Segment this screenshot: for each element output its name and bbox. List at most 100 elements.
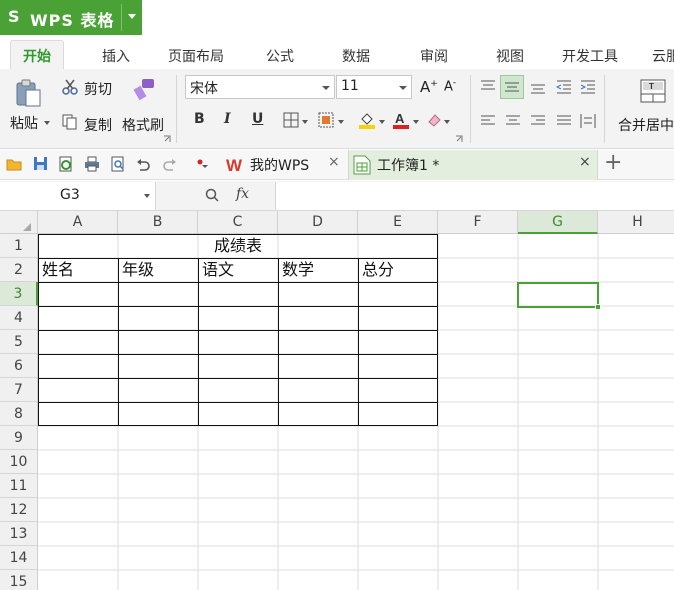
fill-color-icon[interactable] xyxy=(358,111,376,129)
distributed-align-icon[interactable] xyxy=(580,113,596,129)
tab-data[interactable]: 数据 xyxy=(342,46,370,66)
row-header-15[interactable]: 15 xyxy=(0,570,38,590)
header-cell-grade[interactable]: 年级 xyxy=(118,258,154,282)
active-cell-g3[interactable] xyxy=(517,282,601,310)
align-top-icon[interactable] xyxy=(480,79,496,93)
format-painter-icon[interactable] xyxy=(130,77,158,103)
header-cell-math[interactable]: 数学 xyxy=(278,258,314,282)
sheet-title-cell[interactable]: 成绩表 xyxy=(38,234,438,258)
decrease-indent-icon[interactable] xyxy=(556,79,572,95)
tab-home[interactable]: 开始 xyxy=(10,40,64,70)
export-pdf-icon[interactable] xyxy=(58,156,74,172)
merge-center-button[interactable]: 合并居中 xyxy=(618,115,674,135)
save-icon[interactable] xyxy=(33,156,48,171)
cell-style-icon[interactable] xyxy=(318,112,334,128)
font-color-icon[interactable]: A xyxy=(392,111,410,129)
tab-insert[interactable]: 插入 xyxy=(102,46,130,66)
underline-button[interactable]: U xyxy=(252,111,263,127)
row-header-1[interactable]: 1 xyxy=(0,234,38,258)
scissors-icon[interactable] xyxy=(62,79,78,95)
undo-icon[interactable] xyxy=(136,157,150,171)
column-header-b[interactable]: B xyxy=(118,211,198,234)
row-header-10[interactable]: 10 xyxy=(0,450,38,474)
align-right-icon[interactable] xyxy=(530,114,546,128)
header-cell-total[interactable]: 总分 xyxy=(358,258,394,282)
align-center-icon[interactable] xyxy=(505,114,521,128)
row-header-4[interactable]: 4 xyxy=(0,306,38,330)
column-header-h[interactable]: H xyxy=(598,211,674,234)
chevron-down-icon[interactable] xyxy=(338,120,344,124)
worksheet[interactable]: A B C D E F G H 1 2 3 4 5 6 7 8 9 10 11 … xyxy=(0,211,674,590)
insert-function-button[interactable]: fx xyxy=(236,186,249,202)
chevron-down-icon[interactable] xyxy=(413,120,419,124)
tab-cloud[interactable]: 云服 xyxy=(652,46,674,66)
redo-icon[interactable] xyxy=(163,157,177,171)
row-header-5[interactable]: 5 xyxy=(0,330,38,354)
row-header-8[interactable]: 8 xyxy=(0,402,38,426)
justify-icon[interactable] xyxy=(556,114,572,128)
align-bottom-icon[interactable] xyxy=(530,81,546,95)
customize-toolbar-icon[interactable] xyxy=(196,158,210,170)
select-all-corner[interactable] xyxy=(0,211,38,234)
align-middle-button[interactable] xyxy=(500,75,524,99)
close-icon[interactable]: × xyxy=(328,154,340,170)
column-header-a[interactable]: A xyxy=(38,211,118,234)
column-header-e[interactable]: E xyxy=(358,211,438,234)
increase-font-button[interactable]: A+ xyxy=(420,78,438,96)
copy-button[interactable]: 复制 xyxy=(84,115,112,135)
bold-button[interactable]: B xyxy=(194,111,205,127)
tab-page-layout[interactable]: 页面布局 xyxy=(168,46,224,66)
doc-tab-workbook1[interactable]: 工作簿1 * × xyxy=(348,150,598,180)
font-size-select[interactable]: 11 xyxy=(336,75,412,99)
cut-button[interactable]: 剪切 xyxy=(84,79,112,99)
name-box[interactable]: G3 xyxy=(0,182,156,210)
header-cell-chinese[interactable]: 语文 xyxy=(198,258,234,282)
column-header-g[interactable]: G xyxy=(518,211,598,234)
row-header-9[interactable]: 9 xyxy=(0,426,38,450)
row-header-12[interactable]: 12 xyxy=(0,498,38,522)
dialog-launcher-icon[interactable] xyxy=(455,135,463,143)
italic-button[interactable]: I xyxy=(224,111,231,127)
tab-view[interactable]: 视图 xyxy=(496,46,524,66)
increase-indent-icon[interactable] xyxy=(580,79,596,95)
formula-input[interactable] xyxy=(275,182,674,210)
print-icon[interactable] xyxy=(84,156,100,172)
app-menu-button[interactable]: S WPS 表格 xyxy=(0,0,142,35)
tab-review[interactable]: 审阅 xyxy=(420,46,448,66)
doc-tab-my-wps[interactable]: W 我的WPS × xyxy=(222,150,348,180)
column-header-d[interactable]: D xyxy=(278,211,358,234)
row-header-2[interactable]: 2 xyxy=(0,258,38,282)
font-family-select[interactable]: 宋体 xyxy=(185,75,335,99)
decrease-font-button[interactable]: A- xyxy=(444,78,456,94)
column-header-c[interactable]: C xyxy=(198,211,278,234)
column-header-f[interactable]: F xyxy=(438,211,518,234)
chevron-down-icon[interactable] xyxy=(302,120,308,124)
chevron-down-icon[interactable] xyxy=(44,121,50,125)
close-icon[interactable]: × xyxy=(579,154,591,170)
clear-format-icon[interactable] xyxy=(426,112,442,128)
row-header-3[interactable]: 3 xyxy=(0,282,38,306)
zoom-icon[interactable] xyxy=(205,188,219,202)
row-header-7[interactable]: 7 xyxy=(0,378,38,402)
row-header-14[interactable]: 14 xyxy=(0,546,38,570)
row-header-6[interactable]: 6 xyxy=(0,354,38,378)
merge-center-icon[interactable]: T xyxy=(640,79,668,103)
chevron-down-icon[interactable] xyxy=(128,14,136,19)
tab-developer[interactable]: 开发工具 xyxy=(562,46,618,66)
header-cell-name[interactable]: 姓名 xyxy=(38,258,74,282)
copy-icon[interactable] xyxy=(62,114,78,130)
open-folder-icon[interactable] xyxy=(6,157,22,171)
print-preview-icon[interactable] xyxy=(110,156,126,172)
fill-handle[interactable] xyxy=(595,304,601,310)
tab-formulas[interactable]: 公式 xyxy=(266,46,294,66)
borders-icon[interactable] xyxy=(283,112,299,128)
chevron-down-icon[interactable] xyxy=(444,120,450,124)
align-left-icon[interactable] xyxy=(480,114,496,128)
row-header-13[interactable]: 13 xyxy=(0,522,38,546)
format-painter-button[interactable]: 格式刷 xyxy=(122,115,164,135)
paste-icon[interactable] xyxy=(14,79,44,109)
chevron-down-icon[interactable] xyxy=(379,120,385,124)
dialog-launcher-icon[interactable] xyxy=(163,135,171,143)
new-tab-plus-icon[interactable]: + xyxy=(604,150,622,175)
paste-button[interactable]: 粘贴 xyxy=(10,113,38,133)
